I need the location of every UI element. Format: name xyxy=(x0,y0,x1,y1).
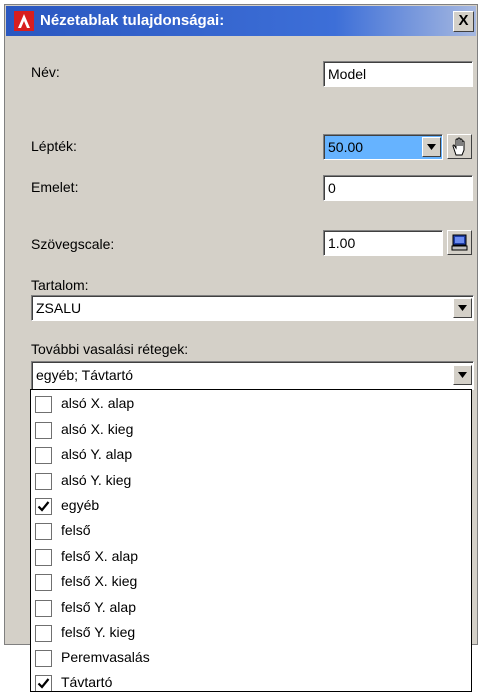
content-value: ZSALU xyxy=(36,300,82,316)
content-label: Tartalom: xyxy=(31,277,89,293)
content-dropdown-button[interactable] xyxy=(453,298,472,318)
checkbox[interactable] xyxy=(35,523,52,540)
checkbox-checked[interactable] xyxy=(35,498,52,515)
list-item-label: felső xyxy=(61,522,91,538)
checkmark-icon xyxy=(37,678,50,689)
list-item-label: alsó X. kieg xyxy=(61,421,134,437)
checkbox-checked[interactable] xyxy=(35,675,52,691)
checkbox[interactable] xyxy=(35,574,52,591)
list-item-label: felső Y. kieg xyxy=(61,624,136,640)
checkmark-icon xyxy=(37,501,50,512)
layers-value: egyéb; Távtartó xyxy=(36,367,134,383)
checkbox[interactable] xyxy=(35,549,52,566)
list-item[interactable]: felső X. alap xyxy=(31,545,471,571)
scale-select[interactable]: 50.00 xyxy=(323,134,443,160)
list-item[interactable]: alsó X. kieg xyxy=(31,418,471,444)
list-item[interactable]: alsó Y. alap xyxy=(31,443,471,469)
list-item-label: felső X. alap xyxy=(61,548,139,564)
list-item-label: Peremvasalás xyxy=(61,649,150,665)
layers-select[interactable]: egyéb; Távtartó xyxy=(31,361,474,390)
list-item[interactable]: egyéb xyxy=(31,494,471,520)
close-button[interactable]: X xyxy=(453,11,474,32)
list-item[interactable]: felső xyxy=(31,519,471,545)
dialog-title: Nézetablak tulajdonságai: xyxy=(40,12,225,29)
list-item[interactable]: Távtartó xyxy=(31,671,471,691)
hand-icon xyxy=(452,137,465,156)
list-item-label: Távtartó xyxy=(61,674,113,690)
list-item[interactable]: alsó X. alap xyxy=(31,392,471,418)
content-select[interactable]: ZSALU xyxy=(31,295,474,321)
checkbox[interactable] xyxy=(35,396,52,413)
chevron-down-icon xyxy=(458,372,467,378)
list-item-label: alsó Y. alap xyxy=(61,446,133,462)
checkbox[interactable] xyxy=(35,422,52,439)
layers-dropdown-list[interactable]: alsó X. alap alsó X. kieg alsó Y. alap a… xyxy=(30,389,472,692)
checkbox[interactable] xyxy=(35,600,52,617)
chevron-down-icon xyxy=(458,305,467,311)
checkbox[interactable] xyxy=(35,447,52,464)
floor-input[interactable]: 0 xyxy=(323,175,473,201)
name-label: Név: xyxy=(31,64,60,80)
list-item-label: egyéb xyxy=(61,497,100,513)
list-item[interactable]: Peremvasalás xyxy=(31,646,471,672)
chevron-down-icon xyxy=(427,144,436,150)
text-scale-label: Szövegscale: xyxy=(31,236,115,252)
app-icon xyxy=(14,11,34,31)
scale-label: Lépték: xyxy=(31,138,77,154)
pick-scale-button[interactable] xyxy=(447,134,472,159)
scale-value: 50.00 xyxy=(328,139,364,155)
list-item[interactable]: alsó Y. kieg xyxy=(31,469,471,495)
list-item-label: alsó Y. kieg xyxy=(61,472,132,488)
checkbox[interactable] xyxy=(35,650,52,667)
text-scale-pick-button[interactable] xyxy=(447,230,472,255)
name-input[interactable]: Model xyxy=(323,61,473,87)
scale-dropdown-button[interactable] xyxy=(422,137,441,157)
list-item-label: felső Y. alap xyxy=(61,599,136,615)
list-item-label: felső X. kieg xyxy=(61,573,138,589)
layers-dropdown-button[interactable] xyxy=(453,365,472,385)
list-item-label: alsó X. alap xyxy=(61,395,135,411)
layers-label: További vasalási rétegek: xyxy=(31,341,189,357)
floor-label: Emelet: xyxy=(31,179,79,195)
screen-icon xyxy=(451,234,468,251)
close-icon: X xyxy=(458,12,469,29)
list-item[interactable]: felső Y. kieg xyxy=(31,621,471,647)
checkbox[interactable] xyxy=(35,473,52,490)
title-bar: Nézetablak tulajdonságai: X xyxy=(6,6,476,36)
checkbox[interactable] xyxy=(35,625,52,642)
list-item[interactable]: felső Y. alap xyxy=(31,596,471,622)
list-item[interactable]: felső X. kieg xyxy=(31,570,471,596)
text-scale-input[interactable]: 1.00 xyxy=(323,230,443,256)
